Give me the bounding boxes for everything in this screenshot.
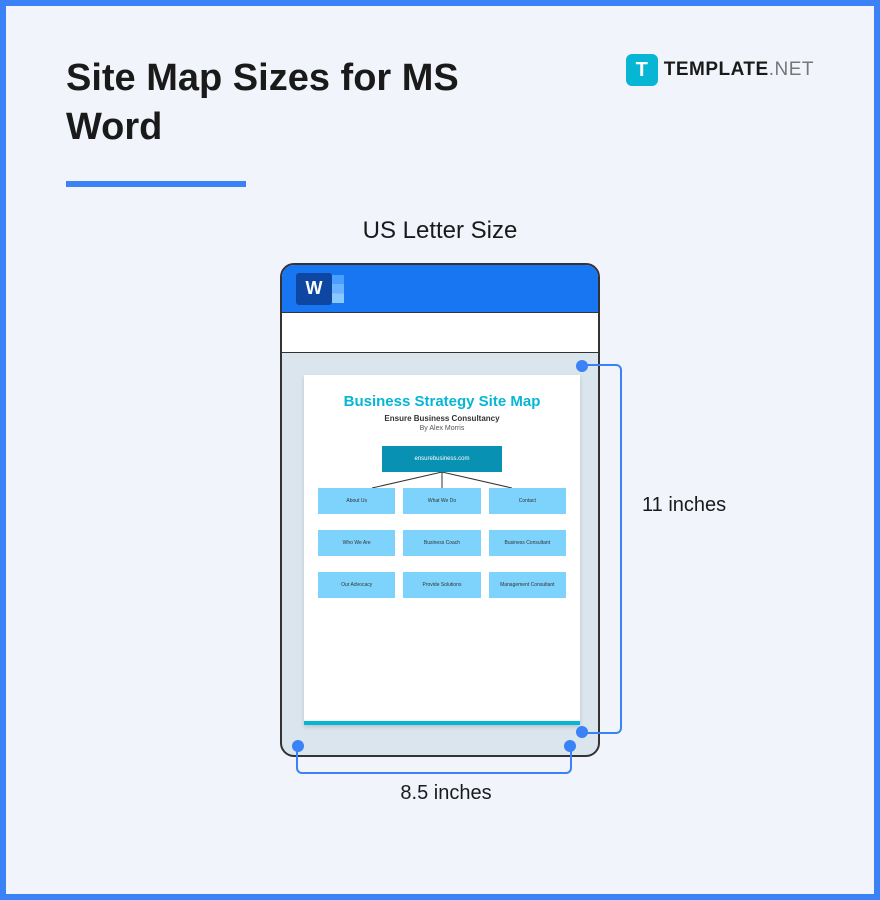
doc-byline: By Alex Morris	[318, 425, 566, 432]
doc-title: Business Strategy Site Map	[318, 393, 566, 410]
ms-word-icon: W	[296, 273, 332, 305]
word-icon-letter: W	[306, 278, 323, 299]
dimension-dot	[564, 740, 576, 752]
ms-word-window: W Business Strategy Site Map Ensure Busi…	[280, 263, 600, 757]
dimension-dot	[576, 726, 588, 738]
word-ribbon	[282, 313, 598, 353]
tree-node: Management Consultant	[489, 572, 566, 598]
width-bracket	[296, 746, 572, 774]
tree-row: Our Advocacy Provide Solutions Managemen…	[318, 572, 566, 598]
tree-node: Provide Solutions	[403, 572, 480, 598]
tree-node: Who We Are	[318, 530, 395, 556]
brand-icon-letter: T	[636, 59, 648, 82]
tree-node: About Us	[318, 488, 395, 514]
illustration-stage: W Business Strategy Site Map Ensure Busi…	[6, 263, 874, 757]
title-block: Site Map Sizes for MS Word	[66, 54, 486, 187]
infographic-frame: Site Map Sizes for MS Word T TEMPLATE.NE…	[0, 0, 880, 900]
paper-size-label: US Letter Size	[6, 217, 874, 245]
brand-text: TEMPLATE.NET	[664, 59, 814, 81]
brand-icon: T	[626, 54, 658, 86]
word-body: Business Strategy Site Map Ensure Busine…	[282, 353, 598, 755]
tree-root-node: ensurebusiness.com	[382, 446, 502, 472]
height-bracket	[582, 364, 622, 734]
tree-node: Our Advocacy	[318, 572, 395, 598]
brand-name: TEMPLATE	[664, 59, 769, 80]
dimension-dot	[292, 740, 304, 752]
tree-connectors	[352, 472, 532, 488]
header: Site Map Sizes for MS Word T TEMPLATE.NE…	[6, 6, 874, 187]
title-underline	[66, 181, 246, 187]
brand-suffix: .NET	[769, 59, 814, 80]
document-page: Business Strategy Site Map Ensure Busine…	[304, 375, 580, 725]
page-title: Site Map Sizes for MS Word	[66, 54, 486, 153]
doc-subtitle: Ensure Business Consultancy	[318, 414, 566, 423]
width-label: 8.5 inches	[296, 782, 596, 805]
sitemap-tree: ensurebusiness.com About Us What We Do C…	[318, 446, 566, 598]
brand-logo: T TEMPLATE.NET	[626, 54, 814, 86]
word-titlebar: W	[282, 265, 598, 313]
tree-node: Contact	[489, 488, 566, 514]
tree-row: Who We Are Business Coach Business Consu…	[318, 530, 566, 556]
height-label: 11 inches	[642, 494, 726, 517]
tree-row: About Us What We Do Contact	[318, 488, 566, 514]
tree-node: What We Do	[403, 488, 480, 514]
dimension-dot	[576, 360, 588, 372]
tree-node: Business Coach	[403, 530, 480, 556]
tree-node: Business Consultant	[489, 530, 566, 556]
